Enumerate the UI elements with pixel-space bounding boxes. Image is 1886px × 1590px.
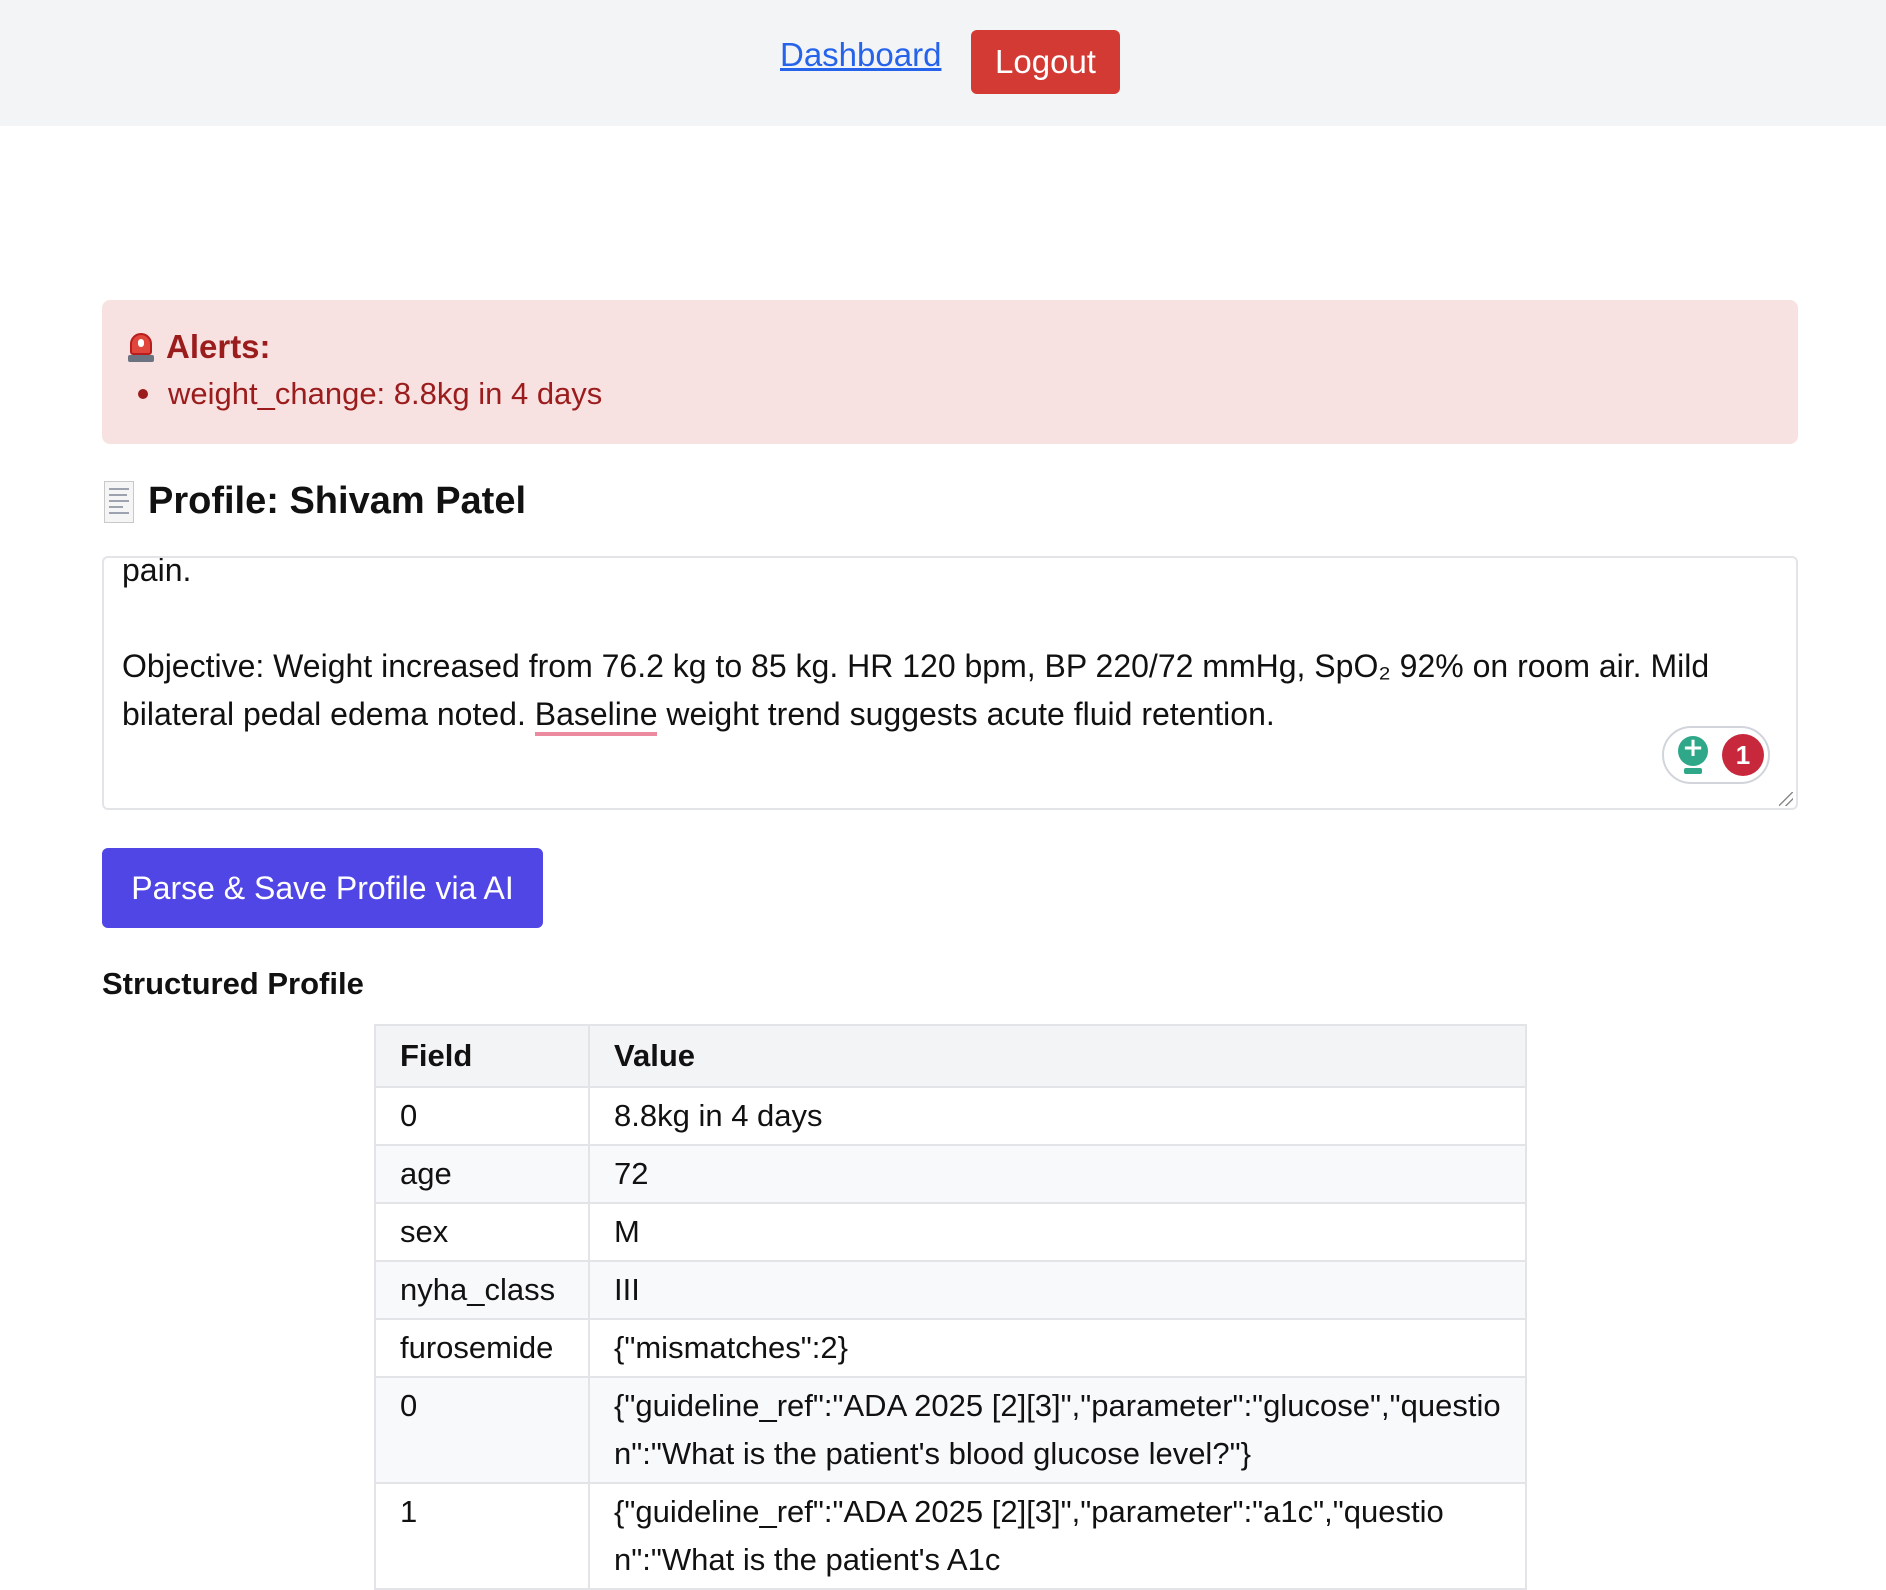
- alert-item: weight_change: 8.8kg in 4 days: [130, 376, 602, 412]
- field-cell: 0: [374, 1086, 590, 1146]
- value-cell: 8.8kg in 4 days: [588, 1086, 1527, 1146]
- lightbulb-icon: [1678, 733, 1708, 766]
- clinical-notes-text[interactable]: pain. Objective: Weight increased from 7…: [122, 556, 1772, 738]
- table-row: 0 {"guideline_ref":"ADA 2025 [2][3]","pa…: [374, 1376, 1527, 1484]
- notes-line-pain: pain.: [122, 556, 192, 588]
- lightbulb-base: [1684, 768, 1702, 774]
- parse-save-profile-button[interactable]: Parse & Save Profile via AI: [102, 848, 543, 928]
- field-cell: age: [374, 1144, 590, 1204]
- column-header-value: Value: [588, 1024, 1527, 1088]
- profile-heading-row: Profile: Shivam Patel: [104, 480, 526, 523]
- alerts-title-row: Alerts:: [128, 328, 271, 366]
- alerts-panel: Alerts: weight_change: 8.8kg in 4 days: [102, 300, 1798, 444]
- table-row: 1 {"guideline_ref":"ADA 2025 [2][3]","pa…: [374, 1482, 1527, 1590]
- dashboard-link[interactable]: Dashboard: [780, 36, 941, 74]
- table-row: 0 8.8kg in 4 days: [374, 1086, 1527, 1146]
- table-row: nyha_class III: [374, 1260, 1527, 1320]
- writing-assistant-widget[interactable]: 1: [1662, 726, 1770, 784]
- alerts-title: Alerts:: [166, 328, 271, 365]
- top-nav-bar: Dashboard Logout: [0, 0, 1886, 126]
- table-row: sex M: [374, 1202, 1527, 1262]
- receipt-icon: [104, 480, 134, 523]
- value-cell: III: [588, 1260, 1527, 1320]
- column-header-field: Field: [374, 1024, 590, 1088]
- table-row: furosemide {"mismatches":2}: [374, 1318, 1527, 1378]
- structured-profile-table: Field Value 0 8.8kg in 4 days age 72 sex…: [374, 1024, 1527, 1590]
- table-row: age 72: [374, 1144, 1527, 1204]
- value-cell: {"guideline_ref":"ADA 2025 [2][3]","para…: [588, 1482, 1527, 1590]
- logout-button[interactable]: Logout: [971, 30, 1120, 94]
- profile-title: Profile: Shivam Patel: [148, 480, 527, 522]
- value-cell: {"mismatches":2}: [588, 1318, 1527, 1378]
- field-cell: sex: [374, 1202, 590, 1262]
- siren-icon: [128, 331, 154, 363]
- resize-handle-icon[interactable]: [1779, 792, 1793, 806]
- bullet-icon: [138, 389, 148, 399]
- suggestion-count-badge: 1: [1722, 734, 1764, 776]
- spellcheck-flagged-word[interactable]: Baseline: [534, 696, 658, 736]
- value-cell: 72: [588, 1144, 1527, 1204]
- notes-objective-end: weight trend suggests acute fluid retent…: [657, 696, 1275, 732]
- alerts-list: weight_change: 8.8kg in 4 days: [130, 376, 602, 412]
- value-cell: M: [588, 1202, 1527, 1262]
- structured-profile-title: Structured Profile: [102, 966, 364, 1001]
- clinical-notes-textarea[interactable]: pain. Objective: Weight increased from 7…: [102, 556, 1798, 810]
- field-cell: nyha_class: [374, 1260, 590, 1320]
- field-cell: 0: [374, 1376, 590, 1484]
- field-cell: furosemide: [374, 1318, 590, 1378]
- value-cell: {"guideline_ref":"ADA 2025 [2][3]","para…: [588, 1376, 1527, 1484]
- alert-text: weight_change: 8.8kg in 4 days: [168, 376, 603, 411]
- table-header-row: Field Value: [374, 1024, 1527, 1088]
- field-cell: 1: [374, 1482, 590, 1590]
